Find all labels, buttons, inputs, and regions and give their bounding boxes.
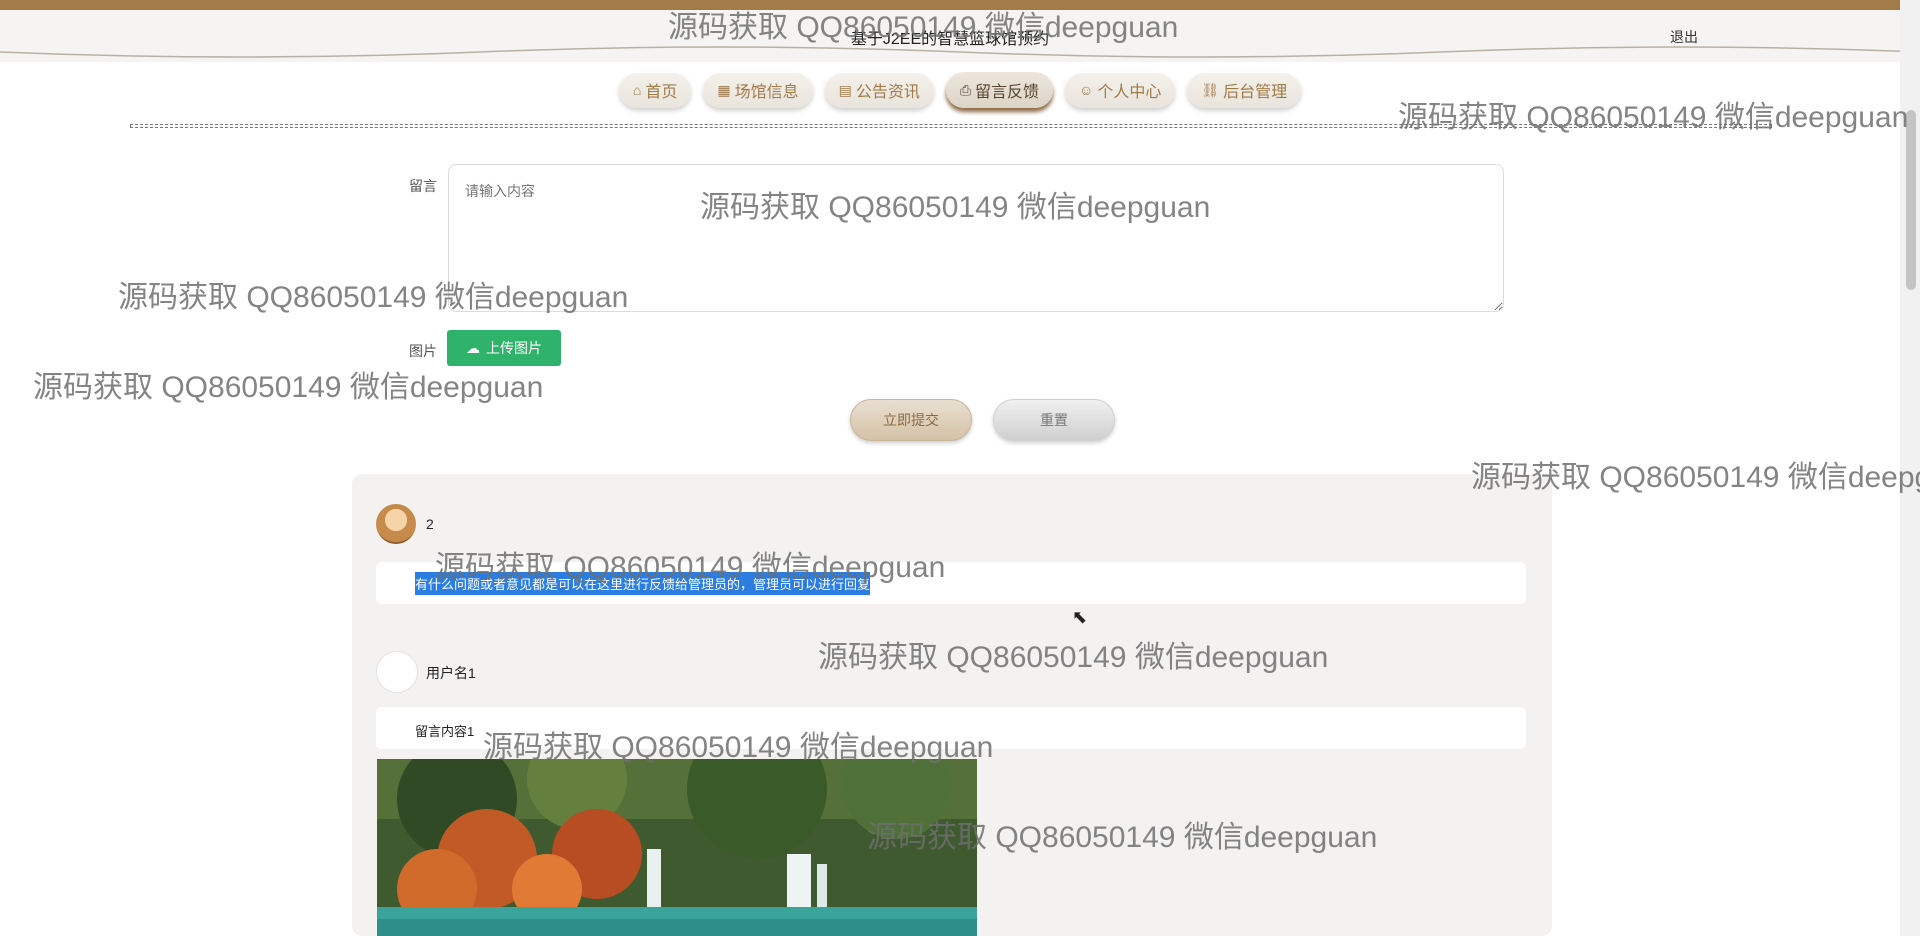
nav-item-profile[interactable]: ☺ 个人中心	[1065, 72, 1176, 108]
nav-item-home[interactable]: ⌂ 首页	[618, 72, 692, 108]
nav-item-label: 首页	[645, 84, 678, 101]
top-accent-bar	[0, 0, 1920, 10]
comment-bubble	[376, 707, 1526, 749]
reset-button[interactable]: 重置	[993, 399, 1115, 441]
avatar	[376, 651, 418, 693]
venue-icon: ▦	[717, 81, 731, 98]
submit-button[interactable]: 立即提交	[850, 399, 972, 441]
announcement-icon: ▤	[838, 81, 852, 98]
comment-content: 有什么问题或者意见都是可以在这里进行反馈给管理员的，管理员可以进行回复	[415, 572, 871, 595]
nav-item-label: 留言反馈	[975, 84, 1040, 101]
comment-image	[377, 759, 977, 936]
nav-item-admin[interactable]: ⛓ 后台管理	[1187, 72, 1302, 108]
upload-image-button[interactable]: ☁ 上传图片	[447, 330, 561, 366]
nav-item-label: 公告资讯	[855, 84, 920, 101]
message-input[interactable]	[448, 164, 1504, 312]
feedback-icon: ⎙	[959, 81, 972, 98]
nav-item-venue[interactable]: ▦ 场馆信息	[703, 72, 813, 108]
comment-username: 用户名1	[426, 665, 476, 681]
comment-content: 留言内容1	[415, 724, 475, 739]
site-title: 基于J2EE的智慧篮球馆预约	[850, 31, 1050, 48]
avatar	[376, 504, 416, 544]
comment-username: 2	[426, 516, 434, 532]
cloud-upload-icon: ☁	[466, 339, 480, 356]
nav-item-label: 后台管理	[1223, 84, 1288, 101]
scrollbar-thumb[interactable]	[1906, 110, 1916, 290]
image-label: 图片	[409, 343, 437, 359]
mouse-cursor-icon: ⬉	[1072, 607, 1088, 627]
home-icon: ⌂	[632, 82, 642, 98]
nav-item-label: 个人中心	[1097, 84, 1162, 101]
message-label: 留言	[409, 178, 437, 194]
watermark-text: 源码获取 QQ86050149 微信deepguan	[33, 371, 544, 404]
content-divider	[130, 124, 1772, 128]
nav-item-announcement[interactable]: ▤ 公告资讯	[824, 72, 934, 108]
main-nav: ⌂ 首页 ▦ 场馆信息 ▤ 公告资讯 ⎙ 留言反馈 ☺ 个人中心 ⛓ 后台管理	[0, 72, 1920, 108]
nav-item-label: 场馆信息	[734, 84, 799, 101]
upload-button-label: 上传图片	[486, 340, 542, 356]
user-icon: ☺	[1079, 82, 1094, 98]
logout-link[interactable]: 退出	[1670, 27, 1698, 47]
nav-item-feedback[interactable]: ⎙ 留言反馈	[945, 72, 1054, 108]
link-icon: ⛓	[1201, 81, 1220, 98]
